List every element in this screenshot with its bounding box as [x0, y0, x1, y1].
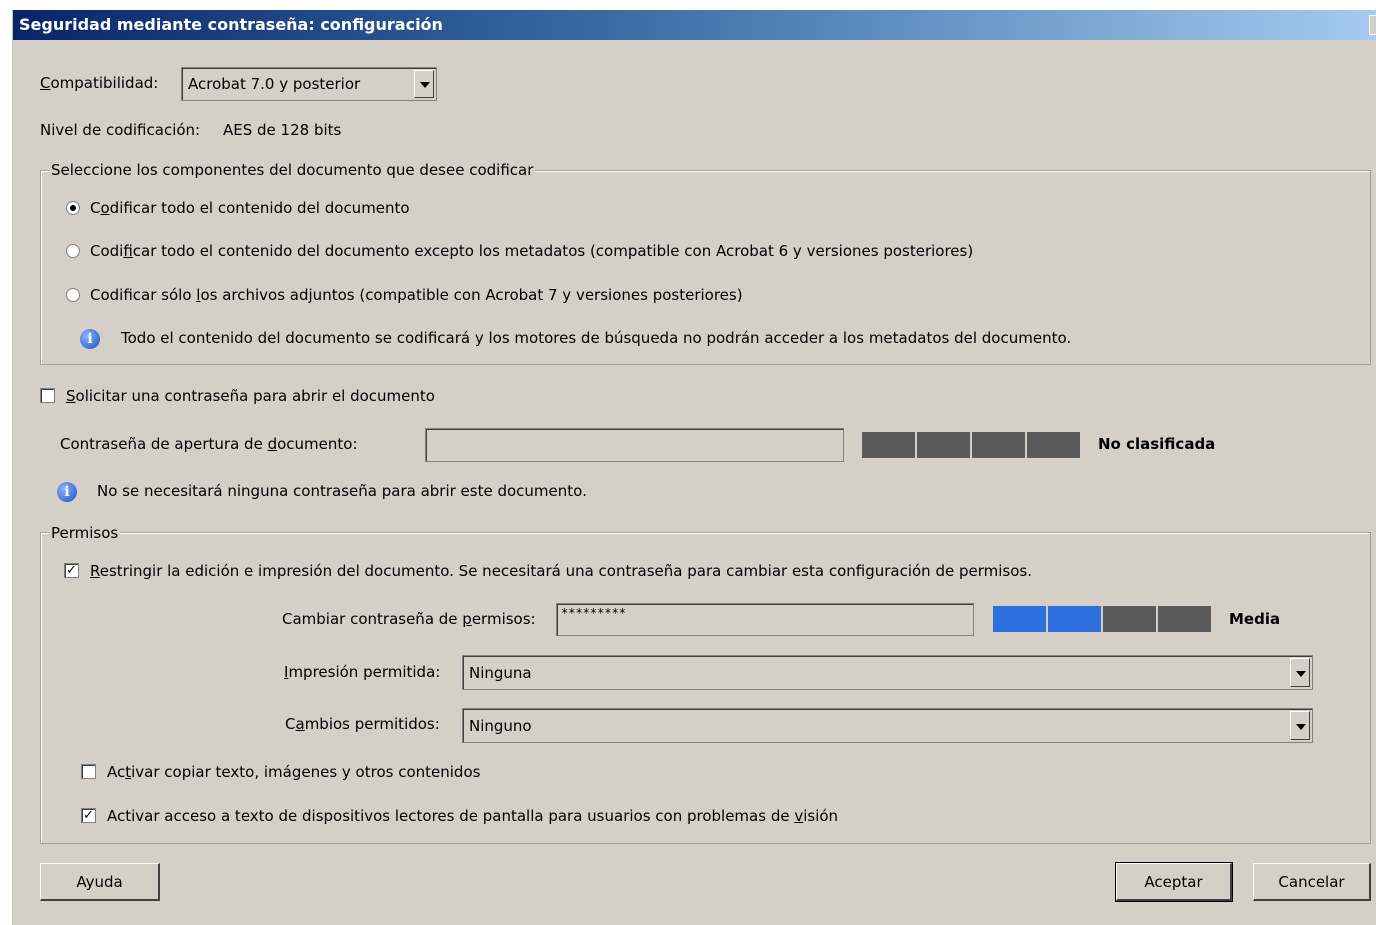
strength-segment	[1157, 605, 1212, 633]
strength-segment	[861, 431, 916, 459]
strength-segment	[916, 431, 971, 459]
open-password-checkbox-label[interactable]: Solicitar una contraseña para abrir el d…	[66, 387, 435, 405]
compatibility-value: Acrobat 7.0 y posterior	[188, 75, 361, 93]
open-password-field-label: Contraseña de apertura de documento:	[60, 435, 358, 453]
strength-segment	[1026, 431, 1081, 459]
changes-allowed-select[interactable]: Ninguno	[462, 708, 1313, 743]
open-password-strength-label: No clasificada	[1098, 435, 1216, 453]
open-password-info-text: No se necesitará ninguna contraseña para…	[97, 482, 587, 500]
strength-segment	[992, 605, 1047, 633]
compatibility-label: Compatibilidad:	[40, 74, 159, 92]
title-bar: Seguridad mediante contraseña: configura…	[13, 10, 1376, 40]
screen-reader-access-label[interactable]: Activar acceso a texto de dispositivos l…	[107, 807, 838, 825]
help-button[interactable]: Ayuda	[40, 863, 160, 901]
radio-encrypt-except-metadata[interactable]	[66, 244, 80, 258]
enable-copy-checkbox[interactable]	[81, 764, 96, 779]
compatibility-select[interactable]: Acrobat 7.0 y posterior	[181, 67, 437, 101]
chevron-down-icon[interactable]	[414, 70, 434, 98]
permissions-password-strength-label: Media	[1229, 610, 1281, 628]
password-security-dialog: Seguridad mediante contraseña: configura…	[12, 10, 1376, 925]
screen-reader-access-checkbox[interactable]: ✓	[81, 808, 96, 823]
radio-encrypt-attachments-label[interactable]: Codificar sólo los archivos adjuntos (co…	[90, 286, 743, 304]
radio-encrypt-attachments[interactable]	[66, 288, 80, 302]
restrict-editing-checkbox[interactable]: ✓	[64, 563, 79, 578]
open-password-input[interactable]	[425, 428, 844, 462]
ok-button[interactable]: Aceptar	[1115, 862, 1233, 902]
chevron-down-icon[interactable]	[1290, 711, 1310, 740]
close-button[interactable]	[1369, 15, 1376, 35]
strength-segment	[971, 431, 1026, 459]
strength-segment	[1047, 605, 1102, 633]
radio-encrypt-all[interactable]	[66, 201, 80, 215]
dialog-title: Seguridad mediante contraseña: configura…	[19, 15, 443, 34]
open-password-checkbox[interactable]	[40, 388, 55, 403]
encryption-level-value: AES de 128 bits	[223, 121, 342, 139]
components-info-text: Todo el contenido del documento se codif…	[121, 329, 1072, 347]
radio-encrypt-all-label[interactable]: Codificar todo el contenido del document…	[90, 199, 410, 217]
changes-allowed-label: Cambios permitidos:	[285, 715, 440, 733]
info-icon: i	[80, 329, 100, 349]
permissions-legend: Permisos	[49, 524, 121, 542]
chevron-down-icon[interactable]	[1290, 658, 1310, 687]
components-legend: Seleccione los componentes del documento…	[49, 161, 536, 179]
printing-allowed-label: Impresión permitida:	[284, 663, 441, 681]
strength-segment	[1102, 605, 1157, 633]
change-permissions-password-label: Cambiar contraseña de permisos:	[282, 610, 536, 628]
info-icon: i	[57, 482, 77, 502]
encryption-level-label: Nivel de codificación:	[40, 121, 201, 139]
restrict-editing-label[interactable]: Restringir la edición e impresión del do…	[90, 562, 1032, 580]
cancel-button[interactable]: Cancelar	[1253, 863, 1371, 901]
printing-allowed-select[interactable]: Ninguna	[462, 655, 1313, 690]
radio-encrypt-except-metadata-label[interactable]: Codificar todo el contenido del document…	[90, 242, 973, 260]
enable-copy-label[interactable]: Activar copiar texto, imágenes y otros c…	[107, 763, 480, 781]
permissions-password-input[interactable]: *********	[556, 603, 974, 636]
